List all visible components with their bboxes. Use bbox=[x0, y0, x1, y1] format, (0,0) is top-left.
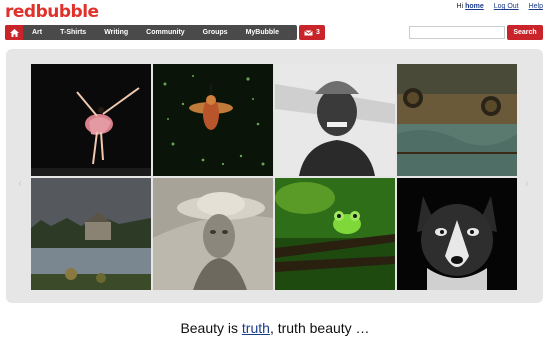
nav-item-mybubble[interactable]: MyBubble bbox=[237, 29, 288, 36]
chevron-right-icon[interactable]: › bbox=[525, 176, 529, 190]
envelope-icon bbox=[304, 29, 313, 35]
gallery-image-rusty-hull[interactable] bbox=[397, 64, 517, 176]
messages-count: 3 bbox=[316, 29, 320, 36]
gallery-image-tree-frog[interactable] bbox=[275, 178, 395, 290]
logout-link[interactable]: Log Out bbox=[494, 3, 519, 10]
search-input[interactable] bbox=[409, 26, 505, 39]
chevron-left-icon[interactable]: ‹ bbox=[18, 176, 22, 190]
nav-item-writing[interactable]: Writing bbox=[95, 29, 137, 36]
nav-item-groups[interactable]: Groups bbox=[194, 29, 237, 36]
truth-link[interactable]: truth bbox=[242, 320, 270, 336]
search-button[interactable]: Search bbox=[507, 25, 543, 40]
gallery-image-smiling-man[interactable] bbox=[275, 64, 395, 176]
messages-button[interactable]: 3 bbox=[299, 25, 325, 40]
user-links: Hi home Log Out Help bbox=[457, 3, 543, 10]
gallery-image-husky[interactable] bbox=[397, 178, 517, 290]
greeting-text: Hi bbox=[456, 3, 464, 10]
header: redbubble Hi home Log Out Help bbox=[0, 0, 550, 24]
gallery-image-castle-lake[interactable] bbox=[31, 178, 151, 290]
gallery-image-ballet-dancer[interactable] bbox=[31, 64, 151, 176]
nav-item-community[interactable]: Community bbox=[137, 29, 194, 36]
featured-caption: Beauty is truth, truth beauty … bbox=[180, 320, 370, 336]
redbubble-logo[interactable]: redbubble bbox=[5, 2, 99, 22]
help-link[interactable]: Help bbox=[529, 3, 543, 10]
main-nav: Art T-Shirts Writing Community Groups My… bbox=[5, 25, 297, 40]
home-icon bbox=[9, 28, 19, 37]
nav-home-button[interactable] bbox=[5, 25, 23, 40]
username-link[interactable]: home bbox=[465, 3, 484, 10]
gallery-image-hummingbird[interactable] bbox=[153, 64, 273, 176]
gallery-image-woman-hat[interactable] bbox=[153, 178, 273, 290]
nav-item-art[interactable]: Art bbox=[23, 29, 51, 36]
featured-gallery bbox=[31, 64, 517, 290]
nav-item-tshirts[interactable]: T-Shirts bbox=[51, 29, 95, 36]
